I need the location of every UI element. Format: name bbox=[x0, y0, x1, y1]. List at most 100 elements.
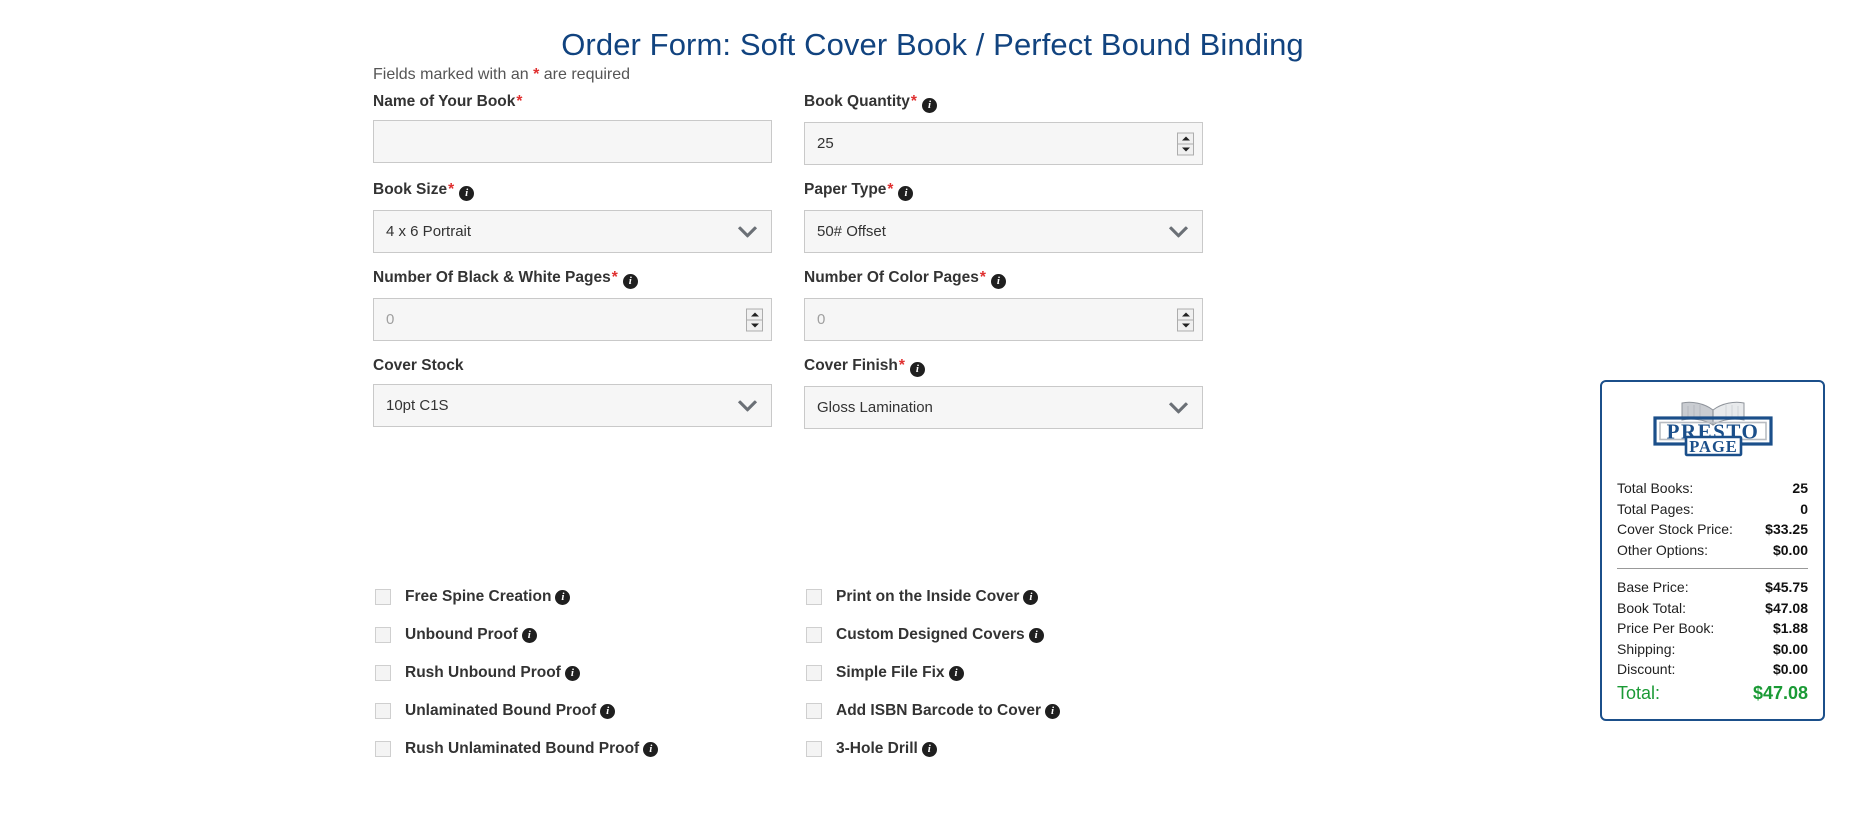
option-rush-unbound-proof[interactable]: Rush Unbound Proof i bbox=[373, 664, 772, 682]
checkbox-add-isbn-barcode-to-cover[interactable] bbox=[806, 703, 822, 719]
select-value: 4 x 6 Portrait bbox=[386, 223, 472, 240]
stepper-down-button[interactable] bbox=[747, 320, 762, 330]
required-asterisk: * bbox=[887, 181, 894, 198]
option-3-hole-drill[interactable]: 3-Hole Drill i bbox=[804, 740, 1203, 758]
number-stepper[interactable] bbox=[1177, 132, 1194, 155]
summary-lines-top: Total Books: 25 Total Pages: 0 Cover Stock P… bbox=[1617, 478, 1808, 560]
option-custom-designed-covers[interactable]: Custom Designed Covers i bbox=[804, 626, 1203, 644]
info-icon-unbound-proof[interactable]: i bbox=[521, 627, 537, 643]
option-add-isbn-barcode-to-cover[interactable]: Add ISBN Barcode to Cover i bbox=[804, 702, 1203, 720]
summary-label: Cover Stock Price: bbox=[1617, 521, 1733, 537]
required-asterisk: * bbox=[611, 269, 618, 286]
info-icon-custom-designed-covers[interactable]: i bbox=[1028, 627, 1044, 643]
info-icon-unlaminated-bound-proof[interactable]: i bbox=[600, 703, 616, 719]
field-cover-finish: Cover Finish* i Gloss Lamination bbox=[804, 357, 1203, 429]
input-number-of-black-white-pages[interactable]: 0 bbox=[373, 298, 772, 341]
summary-value: $1.88 bbox=[1772, 620, 1808, 636]
option-print-on-the-inside-cover[interactable]: Print on the Inside Cover i bbox=[804, 588, 1203, 606]
number-stepper[interactable] bbox=[746, 308, 763, 331]
label-text: Cover Finish bbox=[804, 357, 898, 374]
summary-total-value: $47.08 bbox=[1752, 682, 1808, 703]
info-icon-book-size[interactable]: i bbox=[459, 186, 475, 201]
field-number-of-color-pages: Number Of Color Pages* i 0 bbox=[804, 269, 1203, 341]
info-icon-paper-type[interactable]: i bbox=[898, 186, 914, 201]
option-simple-file-fix[interactable]: Simple File Fix i bbox=[804, 664, 1203, 682]
summary-row-other-options: Other Options: $0.00 bbox=[1617, 540, 1808, 561]
option-rush-unlaminated-bound-proof[interactable]: Rush Unlaminated Bound Proof i bbox=[373, 740, 772, 758]
required-asterisk: * bbox=[898, 357, 905, 374]
input-book-quantity[interactable]: 25 bbox=[804, 122, 1203, 165]
checkbox-unlaminated-bound-proof[interactable] bbox=[375, 703, 391, 719]
label-text: Name of Your Book bbox=[373, 93, 516, 110]
option-label: Unbound Proof bbox=[405, 626, 518, 643]
checkbox-3-hole-drill[interactable] bbox=[806, 741, 822, 757]
summary-label: Total Books: bbox=[1617, 480, 1694, 496]
page-title: Order Form: Soft Cover Book / Perfect Bo… bbox=[561, 26, 1304, 62]
summary-row-total-pages: Total Pages: 0 bbox=[1617, 499, 1808, 520]
required-note-suffix: are required bbox=[543, 66, 631, 83]
select-cover-finish[interactable]: Gloss Lamination bbox=[804, 386, 1203, 429]
select-paper-type[interactable]: 50# Offset bbox=[804, 210, 1203, 253]
stepper-up-button[interactable] bbox=[1178, 309, 1193, 320]
field-row: Book Size* i 4 x 6 Portrait Paper Type* i 50#… bbox=[373, 181, 1203, 253]
checkbox-unbound-proof[interactable] bbox=[375, 627, 391, 643]
info-icon-cover-finish[interactable]: i bbox=[909, 362, 925, 377]
select-book-size[interactable]: 4 x 6 Portrait bbox=[373, 210, 772, 253]
label-paper-type: Paper Type* i bbox=[804, 181, 1203, 201]
label-name-of-your-book: Name of Your Book* bbox=[373, 93, 772, 111]
label-text: Number Of Color Pages bbox=[804, 269, 979, 286]
info-icon-number-of-black-white-pages[interactable]: i bbox=[622, 274, 638, 289]
input-value: 25 bbox=[817, 135, 834, 152]
option-label: Add ISBN Barcode to Cover bbox=[836, 702, 1041, 719]
option-row: Rush Unlaminated Bound Proof i 3-Hole Dril… bbox=[373, 740, 1203, 778]
select-cover-stock[interactable]: 10pt C1S bbox=[373, 384, 772, 427]
info-icon-add-isbn-barcode-to-cover[interactable]: i bbox=[1044, 703, 1060, 719]
order-summary-panel: PRESTO PAGE Total Books: 25 Total Pages: 0 C… bbox=[1600, 380, 1825, 721]
summary-label: Shipping: bbox=[1617, 640, 1676, 657]
info-icon-free-spine-creation[interactable]: i bbox=[555, 589, 571, 605]
info-icon-3-hole-drill[interactable]: i bbox=[921, 741, 937, 757]
stepper-up-button[interactable] bbox=[1178, 133, 1193, 144]
input-name-of-your-book[interactable] bbox=[373, 120, 772, 163]
input-number-of-color-pages[interactable]: 0 bbox=[804, 298, 1203, 341]
info-icon-simple-file-fix[interactable]: i bbox=[948, 665, 964, 681]
summary-row-shipping: Shipping: $0.00 bbox=[1617, 639, 1808, 660]
form-fields-area: Name of Your Book* Book Quantity* i 25 Book … bbox=[373, 93, 1203, 445]
info-icon-number-of-color-pages[interactable]: i bbox=[990, 274, 1006, 289]
summary-divider bbox=[1617, 568, 1808, 569]
chevron-down-icon bbox=[738, 400, 757, 411]
option-label: Unlaminated Bound Proof bbox=[405, 702, 597, 719]
options-checkbox-area: Free Spine Creation i Print on the Inside … bbox=[373, 588, 1203, 778]
prestopage-logo: PRESTO PAGE bbox=[1638, 398, 1788, 460]
summary-value: $0.00 bbox=[1772, 640, 1808, 657]
field-book-quantity: Book Quantity* i 25 bbox=[804, 93, 1203, 165]
number-stepper[interactable] bbox=[1177, 308, 1194, 331]
checkbox-rush-unbound-proof[interactable] bbox=[375, 665, 391, 681]
info-icon-rush-unbound-proof[interactable]: i bbox=[564, 665, 580, 681]
input-value: 0 bbox=[817, 311, 826, 328]
option-label: Custom Designed Covers bbox=[836, 626, 1025, 643]
stepper-down-button[interactable] bbox=[1178, 144, 1193, 154]
checkbox-simple-file-fix[interactable] bbox=[806, 665, 822, 681]
checkbox-print-on-the-inside-cover[interactable] bbox=[806, 589, 822, 605]
option-unlaminated-bound-proof[interactable]: Unlaminated Bound Proof i bbox=[373, 702, 772, 720]
option-free-spine-creation[interactable]: Free Spine Creation i bbox=[373, 588, 772, 606]
option-unbound-proof[interactable]: Unbound Proof i bbox=[373, 626, 772, 644]
info-icon-rush-unlaminated-bound-proof[interactable]: i bbox=[643, 741, 659, 757]
field-row: Name of Your Book* Book Quantity* i 25 bbox=[373, 93, 1203, 165]
summary-value: $45.75 bbox=[1765, 579, 1808, 595]
summary-row-book-total: Book Total: $47.08 bbox=[1617, 598, 1808, 619]
stepper-down-button[interactable] bbox=[1178, 320, 1193, 330]
info-icon-book-quantity[interactable]: i bbox=[921, 98, 937, 113]
stepper-up-button[interactable] bbox=[747, 309, 762, 320]
order-form-page: Order Form: Soft Cover Book / Perfect Bo… bbox=[0, 0, 1865, 820]
option-label: 3-Hole Drill bbox=[836, 740, 918, 757]
option-label: Print on the Inside Cover bbox=[836, 588, 1020, 605]
field-row: Cover Stock 10pt C1S Cover Finish* i Gloss L… bbox=[373, 357, 1203, 429]
summary-lines-bottom: Base Price: $45.75 Book Total: $47.08 Price … bbox=[1617, 577, 1808, 680]
checkbox-rush-unlaminated-bound-proof[interactable] bbox=[375, 741, 391, 757]
info-icon-print-on-the-inside-cover[interactable]: i bbox=[1023, 589, 1039, 605]
checkbox-free-spine-creation[interactable] bbox=[375, 589, 391, 605]
checkbox-custom-designed-covers[interactable] bbox=[806, 627, 822, 643]
option-row: Rush Unbound Proof i Simple File Fix i bbox=[373, 664, 1203, 702]
